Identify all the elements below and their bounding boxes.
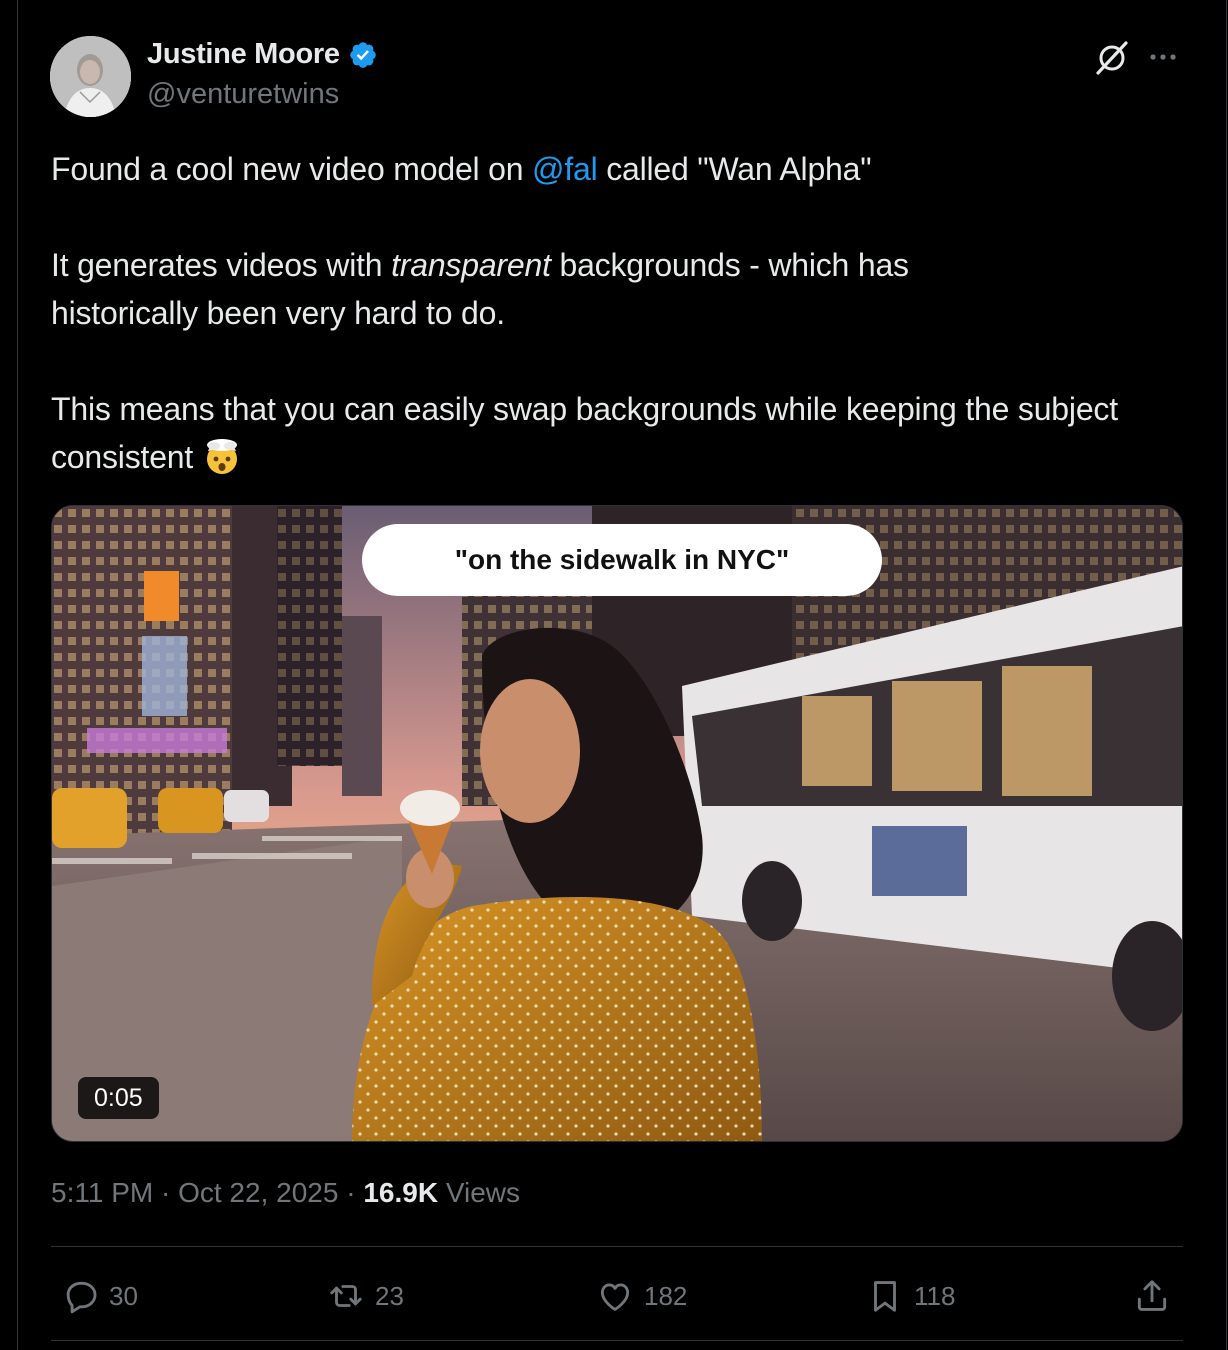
like-count: 182 — [644, 1280, 688, 1311]
tweet-text-segment: It generates videos with — [51, 247, 392, 283]
bookmark-button[interactable]: 118 — [866, 1268, 955, 1324]
meta-separator: · — [338, 1177, 364, 1208]
reply-icon — [66, 1281, 97, 1314]
divider-bottom — [51, 1340, 1183, 1341]
meta-separator: · — [153, 1177, 179, 1208]
share-icon — [1137, 1280, 1167, 1311]
grok-icon[interactable] — [1094, 40, 1130, 76]
tweet-line-1: Found a cool new video model on @fal cal… — [51, 145, 1171, 193]
tweet-paragraph-2: It generates videos with transparent bac… — [51, 241, 1031, 337]
paragraph-spacer — [51, 193, 1171, 241]
author-handle[interactable]: @venturetwins — [147, 78, 339, 111]
video-caption: "on the sidewalk in NYC" — [362, 524, 882, 596]
author-name-row[interactable]: Justine Moore — [147, 38, 378, 71]
tweet-meta: 5:11 PM · Oct 22, 2025 · 16.9K Views — [51, 1177, 520, 1209]
divider-top — [51, 1246, 1183, 1247]
avatar[interactable] — [50, 36, 131, 117]
video-thumbnail — [52, 506, 1182, 1141]
views-label: Views — [438, 1177, 521, 1208]
like-button[interactable]: 182 — [596, 1268, 687, 1324]
tweet-text-segment: called "Wan Alpha" — [597, 151, 872, 187]
repost-button[interactable]: 23 — [327, 1268, 404, 1324]
share-button[interactable] — [1133, 1268, 1171, 1324]
tweet-paragraph-3: This means that you can easily swap back… — [51, 385, 1131, 481]
tweet-italic-word: transparent — [391, 247, 551, 283]
video-player[interactable]: "on the sidewalk in NYC" 0:05 — [51, 505, 1183, 1142]
action-bar: 30 23 182 118 — [51, 1268, 1183, 1324]
views-count[interactable]: 16.9K — [363, 1177, 438, 1209]
paragraph-spacer — [51, 337, 1171, 385]
reply-button[interactable]: 30 — [61, 1268, 138, 1324]
more-icon[interactable] — [1146, 44, 1180, 70]
author-name[interactable]: Justine Moore — [147, 38, 340, 71]
video-duration-badge: 0:05 — [78, 1077, 159, 1119]
bookmark-count: 118 — [914, 1280, 956, 1311]
exploding-head-emoji — [206, 439, 237, 474]
mention-link[interactable]: @fal — [532, 151, 598, 187]
tweet-time[interactable]: 5:11 PM — [51, 1177, 153, 1209]
repost-count: 23 — [375, 1280, 404, 1311]
tweet-date[interactable]: Oct 22, 2025 — [178, 1177, 338, 1209]
reply-count: 30 — [109, 1280, 138, 1311]
verified-badge-icon — [349, 41, 376, 68]
repost-icon — [330, 1285, 362, 1307]
like-icon — [600, 1283, 630, 1311]
tweet-text-segment: Found a cool new video model on — [51, 151, 533, 187]
tweet-text: Found a cool new video model on @fal cal… — [51, 145, 1171, 481]
bookmark-icon — [874, 1281, 896, 1312]
